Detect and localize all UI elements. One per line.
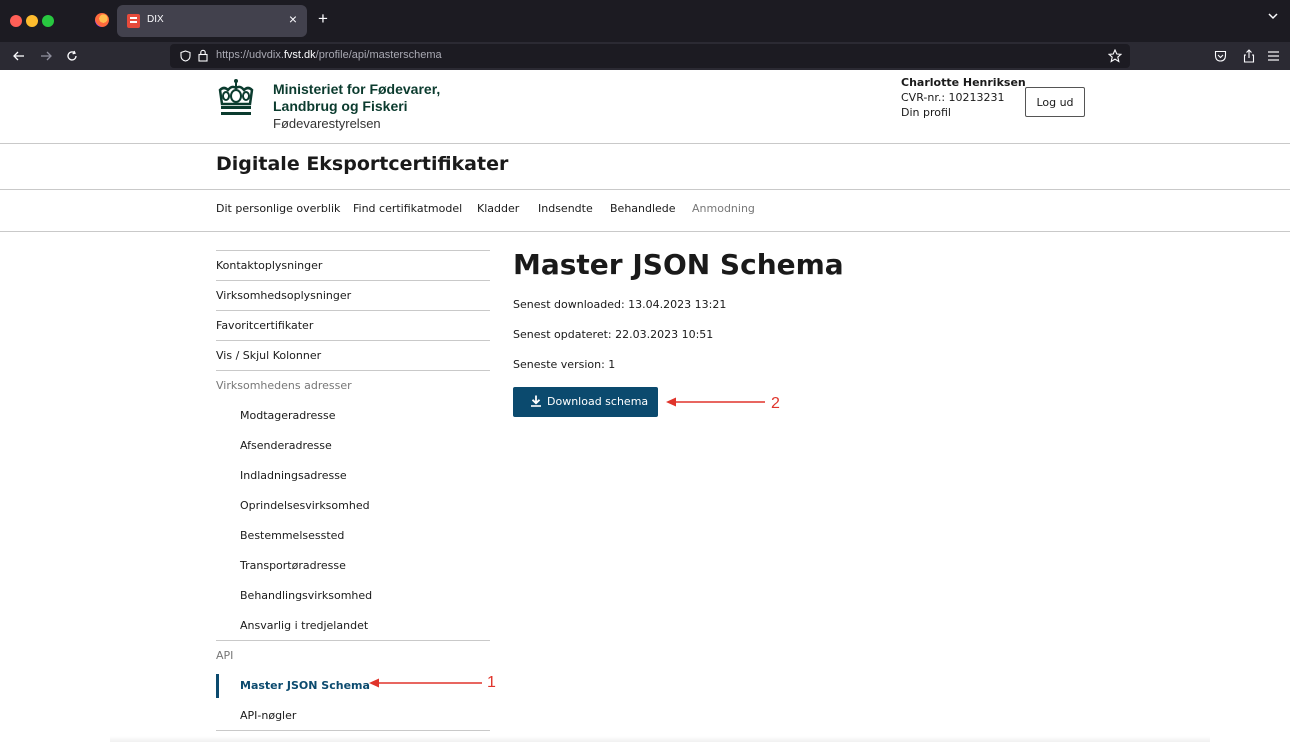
tab-title: DIX	[147, 14, 164, 25]
share-icon[interactable]	[1243, 49, 1255, 63]
back-arrow-icon[interactable]	[13, 50, 25, 62]
sidemenu-item-label: Bestemmelsessted	[240, 529, 345, 542]
profile-link[interactable]: Din profil	[901, 105, 1026, 120]
sidemenu-item-label: Kontaktoplysninger	[216, 259, 323, 272]
download-schema-label: Download schema	[547, 395, 649, 408]
browser-nav-bar: https://udvdix.fvst.dk/profile/api/maste…	[0, 42, 1290, 70]
annotation-label-1: 1	[487, 674, 496, 691]
profile-side-menu: Kontaktoplysninger Virksomhedsoplysninge…	[216, 250, 490, 731]
download-schema-button[interactable]: Download schema	[513, 387, 658, 417]
annotation-arrow-2	[666, 397, 765, 407]
page-bottom-shadow	[110, 736, 1210, 742]
sidemenu-item-api-keys[interactable]: API-nøgler	[216, 701, 490, 731]
sidemenu-item-label: Modtageradresse	[240, 409, 336, 422]
sidemenu-item-transporter-address[interactable]: Transportøradresse	[216, 551, 490, 581]
nav-processed[interactable]: Behandlede	[610, 202, 676, 215]
sidemenu-item-label: Indladningsadresse	[240, 469, 347, 482]
chevron-down-icon[interactable]	[1268, 11, 1278, 21]
sidemenu-item-label: Favoritcertifikater	[216, 319, 314, 332]
url-domain: fvst.dk	[283, 49, 316, 61]
menu-icon[interactable]	[1268, 51, 1279, 61]
crown-logo-icon[interactable]	[216, 78, 256, 120]
sidemenu-item-origin-company[interactable]: Oprindelsesvirksomhed	[216, 491, 490, 521]
logout-button[interactable]: Log ud	[1025, 87, 1085, 117]
lock-icon[interactable]	[198, 49, 208, 62]
maximize-window-button[interactable]	[42, 15, 54, 27]
latest-version-text: Seneste version: 1	[513, 358, 616, 371]
sidemenu-item-label: Ansvarlig i tredjelandet	[240, 619, 369, 632]
browser-tab-bar: DIX × +	[0, 0, 1290, 42]
sidemenu-item-favorite-certificates[interactable]: Favoritcertifikater	[216, 311, 490, 341]
nav-personal-overview[interactable]: Dit personlige overblik	[216, 202, 340, 215]
nav-find-certificate-model[interactable]: Find certifikatmodel	[353, 202, 462, 215]
sidemenu-item-destination[interactable]: Bestemmelsessted	[216, 521, 490, 551]
main-nav: Dit personlige overblik Find certifikatm…	[0, 190, 1290, 232]
sidemenu-item-show-hide-columns[interactable]: Vis / Skjul Kolonner	[216, 341, 490, 371]
ministry-line1: Ministeriet for Fødevarer,	[273, 81, 441, 97]
site-title-bar: Digitale Eksportcertifikater	[0, 144, 1290, 190]
forward-arrow-icon[interactable]	[40, 50, 52, 62]
sidemenu-item-label: Vis / Skjul Kolonner	[216, 349, 322, 362]
ministry-line2: Landbrug og Fiskeri	[273, 98, 408, 114]
sidemenu-item-label: Virksomhedsoplysninger	[216, 289, 352, 302]
sidemenu-item-contact[interactable]: Kontaktoplysninger	[216, 251, 490, 281]
last-downloaded-text: Senest downloaded: 13.04.2023 13:21	[513, 298, 727, 311]
sidemenu-item-processing-company[interactable]: Behandlingsvirksomhed	[216, 581, 490, 611]
sidemenu-item-label: Transportøradresse	[240, 559, 346, 572]
url-prefix: https://udvdix.	[216, 49, 284, 61]
sidemenu-section-label: API	[216, 649, 234, 662]
site-title: Digitale Eksportcertifikater	[216, 153, 509, 175]
firefox-icon	[95, 13, 109, 27]
url-path: /profile/api/masterschema	[315, 49, 442, 61]
nav-drafts[interactable]: Kladder	[477, 202, 519, 215]
tab-favicon-icon	[127, 14, 140, 28]
sidemenu-item-label: API-nøgler	[240, 709, 297, 722]
nav-submitted[interactable]: Indsendte	[538, 202, 593, 215]
cvr-number: CVR-nr.: 10213231	[901, 91, 1005, 104]
site-header: Ministeriet for Fødevarer, Landbrug og F…	[0, 70, 1290, 144]
browser-tab[interactable]: DIX ×	[117, 5, 307, 37]
tab-close-icon[interactable]: ×	[289, 11, 297, 27]
close-window-button[interactable]	[10, 15, 22, 27]
sidemenu-item-label: Afsenderadresse	[240, 439, 332, 452]
star-icon[interactable]	[1108, 49, 1122, 63]
sidemenu-section-label: Virksomhedens adresser	[216, 379, 352, 392]
nav-request[interactable]: Anmodning	[692, 202, 755, 215]
shield-icon[interactable]	[180, 50, 191, 62]
reload-icon[interactable]	[66, 50, 78, 62]
sidemenu-item-label: Oprindelsesvirksomhed	[240, 499, 370, 512]
sidemenu-section-api: API	[216, 641, 490, 671]
download-icon	[531, 395, 541, 407]
annotation-arrow-1	[369, 678, 482, 688]
user-info: Charlotte Henriksen CVR-nr.: 10213231 Di…	[901, 75, 1026, 120]
user-name: Charlotte Henriksen	[901, 76, 1026, 89]
pocket-icon[interactable]	[1214, 50, 1227, 62]
sidemenu-item-third-country-responsible[interactable]: Ansvarlig i tredjelandet	[216, 611, 490, 641]
page-title: Master JSON Schema	[513, 248, 844, 281]
last-updated-text: Senest opdateret: 22.03.2023 10:51	[513, 328, 714, 341]
sidemenu-item-sender-address[interactable]: Afsenderadresse	[216, 431, 490, 461]
annotation-label-2: 2	[771, 395, 780, 412]
sidemenu-item-loading-address[interactable]: Indladningsadresse	[216, 461, 490, 491]
new-tab-button[interactable]: +	[318, 9, 328, 29]
url-bar[interactable]: https://udvdix.fvst.dk/profile/api/maste…	[170, 44, 1130, 68]
sidemenu-item-company-info[interactable]: Virksomhedsoplysninger	[216, 281, 490, 311]
sidemenu-item-label: Master JSON Schema	[240, 679, 370, 692]
minimize-window-button[interactable]	[26, 15, 38, 27]
sidemenu-item-label: Behandlingsvirksomhed	[240, 589, 373, 602]
url-text[interactable]: https://udvdix.fvst.dk/profile/api/maste…	[216, 49, 442, 61]
sidemenu-section-addresses: Virksomhedens adresser	[216, 371, 490, 401]
ministry-name[interactable]: Ministeriet for Fødevarer, Landbrug og F…	[273, 81, 440, 132]
agency-name: Fødevarestyrelsen	[273, 116, 381, 131]
sidemenu-item-recipient-address[interactable]: Modtageradresse	[216, 401, 490, 431]
